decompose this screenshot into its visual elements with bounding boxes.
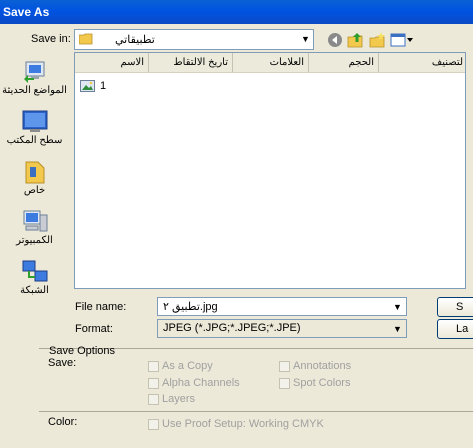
column-header-size[interactable]: الحجم <box>309 53 379 72</box>
checkbox-box <box>148 360 159 372</box>
save-in-dropdown[interactable]: تطبيقاتي ▼ <box>74 29 314 50</box>
file-name-label: File name: <box>75 301 127 313</box>
list-item[interactable]: 1 <box>80 78 106 94</box>
place-label: خاص <box>23 185 46 196</box>
desktop-icon <box>22 110 47 132</box>
place-label: المواضع الحديثة <box>2 85 67 96</box>
cancel-button-label: La <box>456 323 469 335</box>
new-folder-icon <box>369 31 385 47</box>
chevron-down-icon[interactable]: ▼ <box>300 33 311 46</box>
place-recent[interactable]: المواضع الحديثة <box>0 59 69 96</box>
chevron-down-icon[interactable]: ▼ <box>392 323 403 335</box>
file-list-header: الاسم تاريخ الالتقاط العلامات الحجم لتصن… <box>75 53 465 73</box>
format-select[interactable]: JPEG (*.JPG;*.JPEG;*.JPE) ▼ <box>157 319 407 338</box>
place-label: الشبكة <box>20 285 49 296</box>
save-in-value: تطبيقاتي <box>115 34 155 46</box>
color-divider <box>39 411 473 412</box>
place-network[interactable]: الشبكة <box>0 259 69 296</box>
as-a-copy-checkbox[interactable]: As a Copy <box>148 360 213 372</box>
image-file-icon <box>80 80 95 92</box>
save-button[interactable]: S <box>437 297 473 317</box>
color-label: Color: <box>48 416 78 428</box>
views-menu-button[interactable] <box>389 30 415 49</box>
back-icon <box>328 32 342 47</box>
checkbox-box <box>148 418 159 430</box>
file-name-input[interactable]: تطبيق ٢.jpg ▼ <box>157 297 407 316</box>
back-button[interactable] <box>325 30 345 49</box>
layers-label: Layers <box>162 393 196 405</box>
place-label: سطح المكتب <box>6 135 63 146</box>
checkbox-box <box>148 393 159 405</box>
places-bar: المواضع الحديثة سطح المكتب خاص الكمبيوتر… <box>0 55 69 305</box>
file-list[interactable]: الاسم تاريخ الالتقاط العلامات الحجم لتصن… <box>74 52 466 289</box>
column-header-tags[interactable]: العلامات <box>233 53 309 72</box>
alpha-channels-label: Alpha Channels <box>162 377 240 389</box>
checkbox-box <box>279 360 290 372</box>
computer-icon <box>23 210 47 232</box>
as-a-copy-label: As a Copy <box>162 360 213 372</box>
place-desktop[interactable]: سطح المكتب <box>0 109 69 146</box>
personal-folder-icon <box>25 161 44 184</box>
up-folder-button[interactable] <box>345 30 365 49</box>
annotations-checkbox[interactable]: Annotations <box>279 360 351 372</box>
save-in-label: Save in: <box>31 33 71 45</box>
layers-checkbox[interactable]: Layers <box>148 393 195 405</box>
annotations-label: Annotations <box>293 360 352 372</box>
format-label: Format: <box>75 323 113 335</box>
alpha-channels-checkbox[interactable]: Alpha Channels <box>148 377 240 389</box>
file-name-value: تطبيق ٢.jpg <box>163 301 218 313</box>
recent-places-icon <box>23 61 44 83</box>
save-as-dialog: Save As Save in: تطبيقاتي ▼ المواضع الحد… <box>0 0 473 448</box>
place-label: الكمبيوتر <box>16 235 53 246</box>
title-bar[interactable]: Save As <box>0 0 473 24</box>
spot-colors-checkbox[interactable]: Spot Colors <box>279 377 350 389</box>
place-computer[interactable]: الكمبيوتر <box>0 209 69 246</box>
up-folder-icon <box>347 32 362 47</box>
format-value: JPEG (*.JPG;*.JPEG;*.JPE) <box>163 322 301 334</box>
checkbox-box <box>279 377 290 389</box>
cancel-button[interactable]: La <box>437 319 473 339</box>
save-label: Save: <box>48 357 77 369</box>
column-header-rating[interactable]: لتصنيف <box>379 53 465 72</box>
window-title: Save As <box>3 5 50 19</box>
use-proof-setup-checkbox[interactable]: Use Proof Setup: Working CMYK <box>148 418 324 430</box>
save-button-label: S <box>456 301 464 313</box>
place-personal[interactable]: خاص <box>0 159 69 196</box>
use-proof-setup-label: Use Proof Setup: Working CMYK <box>162 418 324 430</box>
network-icon <box>22 260 47 282</box>
column-header-date-taken[interactable]: تاريخ الالتقاط <box>149 53 233 72</box>
views-menu-icon <box>390 33 413 46</box>
folder-icon <box>79 33 93 45</box>
chevron-down-icon[interactable]: ▼ <box>392 301 403 313</box>
new-folder-button[interactable] <box>367 30 387 49</box>
spot-colors-label: Spot Colors <box>293 377 351 389</box>
column-header-name[interactable]: الاسم <box>75 53 149 72</box>
save-options-title: Save Options <box>49 345 116 357</box>
checkbox-box <box>148 377 159 389</box>
file-name: 1 <box>100 80 107 92</box>
